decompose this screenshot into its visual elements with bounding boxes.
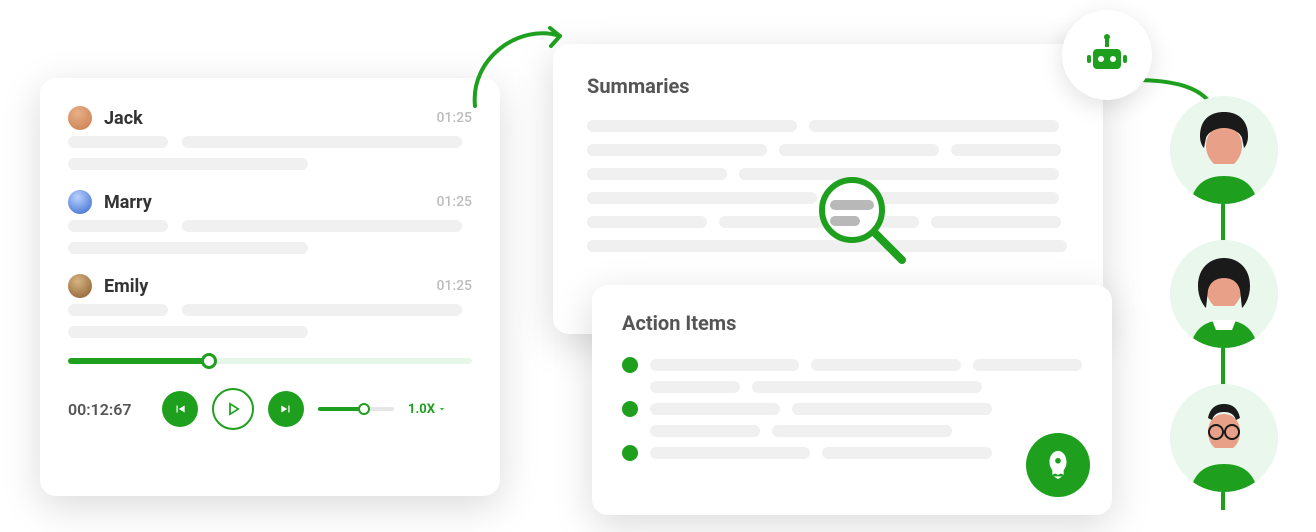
playback-progress[interactable] <box>68 358 472 364</box>
skip-next-button[interactable] <box>268 391 304 427</box>
timestamp: 01:25 <box>436 110 472 126</box>
rocket-icon <box>1041 448 1075 482</box>
transcript-entry: Emily 01:25 <box>68 274 472 338</box>
speed-label: 1.0X <box>408 402 435 417</box>
magnify-icon <box>812 170 912 270</box>
bullet-icon <box>622 401 638 417</box>
people-list <box>1170 96 1278 492</box>
skip-prev-button[interactable] <box>162 391 198 427</box>
action-items-card: Action Items <box>592 285 1112 515</box>
skip-next-icon <box>279 402 293 416</box>
avatar <box>68 106 92 130</box>
speaker-name: Jack <box>104 108 436 129</box>
transcript-card: Jack 01:25 Marry 01:25 Emily 01:25 00:12… <box>40 78 500 496</box>
volume-slider[interactable] <box>318 407 394 411</box>
robot-icon <box>1083 31 1131 79</box>
action-items-title: Action Items <box>622 311 1082 335</box>
speaker-name: Emily <box>104 276 436 297</box>
timestamp: 01:25 <box>436 194 472 210</box>
current-time: 00:12:67 <box>68 400 148 419</box>
bullet-icon <box>622 357 638 373</box>
person-avatar <box>1170 96 1278 204</box>
transcript-entry: Marry 01:25 <box>68 190 472 254</box>
bullet-icon <box>622 445 638 461</box>
action-item-row <box>622 445 1082 461</box>
progress-thumb[interactable] <box>201 353 217 369</box>
person-avatar <box>1170 384 1278 492</box>
person-avatar <box>1170 240 1278 348</box>
play-button[interactable] <box>212 388 254 430</box>
arrow-connector <box>465 18 575 108</box>
skip-prev-icon <box>173 402 187 416</box>
avatar <box>68 274 92 298</box>
speaker-name: Marry <box>104 192 436 213</box>
ai-robot-badge <box>1062 10 1152 100</box>
transcript-entry: Jack 01:25 <box>68 106 472 170</box>
action-item-row <box>622 357 1082 373</box>
action-item-row <box>622 401 1082 417</box>
timestamp: 01:25 <box>436 278 472 294</box>
volume-thumb[interactable] <box>358 403 370 415</box>
summaries-title: Summaries <box>587 74 1069 98</box>
avatar <box>68 190 92 214</box>
play-icon <box>224 400 242 418</box>
speed-selector[interactable]: 1.0X <box>408 402 447 417</box>
rocket-button[interactable] <box>1026 433 1090 497</box>
player-controls: 00:12:67 1.0X <box>68 388 472 430</box>
caret-down-icon <box>437 404 447 414</box>
